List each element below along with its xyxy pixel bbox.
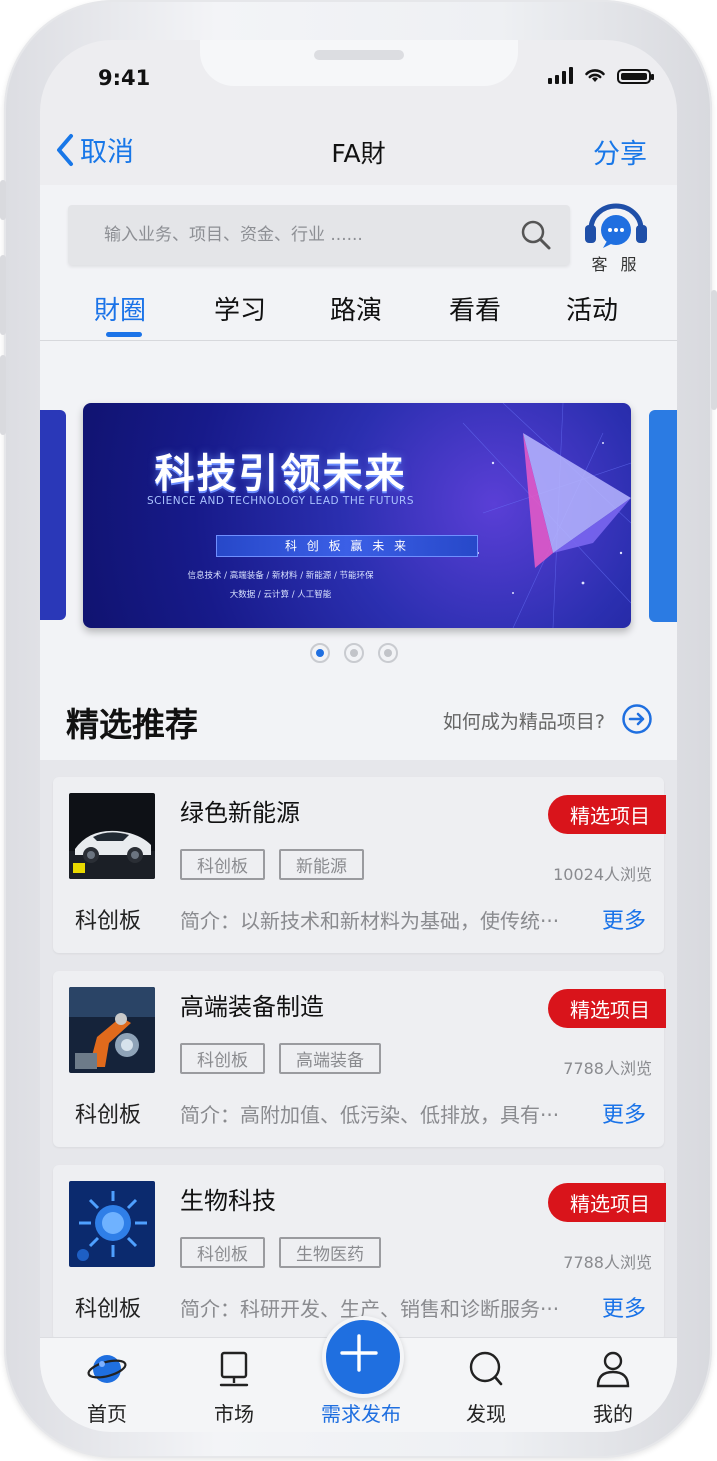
tabbar-discover-label: 发现 [466,1402,506,1426]
project-tag: 科创板 [180,849,265,880]
project-thumbnail [69,793,155,879]
banner-tech: 大数据 / 云计算 / 人工智能 [229,590,332,600]
project-board: 科创板 [75,909,142,934]
featured-badge: 精选项目 [548,989,666,1028]
discover-search-icon [469,1351,503,1386]
banner-industries: 信息技术 / 高端装备 / 新材料 / 新能源 / 节能环保 [187,571,374,581]
tabbar-home-label: 首页 [87,1402,127,1426]
project-tag: 科创板 [180,1043,265,1074]
robot-arm-image [69,987,155,1073]
tab-caiquan[interactable]: 財圈 [94,290,146,327]
bottom-tab-bar: 首页 市场 需求发布 发现 我的 [40,1316,677,1432]
banner-title: 科技引领未来 [154,451,407,497]
signal-icon [548,66,573,84]
arrow-right-circle-icon[interactable] [621,703,653,735]
carousel-dot[interactable] [378,643,398,663]
virus-image [69,1181,155,1267]
project-card[interactable]: 科创板 绿色新能源 精选项目 科创板 新能源 10024人浏览 简介：以新技术和… [53,777,666,953]
tab-roadshow[interactable]: 路演 [330,290,382,327]
project-tag: 科创板 [180,1237,265,1268]
carousel-dot[interactable] [344,643,364,663]
more-link[interactable]: 更多 [602,903,646,935]
search-bar[interactable] [68,205,570,265]
project-description: 简介：高附加值、低污染、低排放，具有··· [180,1103,560,1127]
monitor-icon [219,1351,249,1387]
home-planet-icon [87,1355,127,1383]
publish-button[interactable] [322,1316,404,1398]
carousel-dots [310,643,398,663]
project-tags: 科创板 新能源 [180,849,364,880]
tab-study[interactable]: 学习 [214,290,266,327]
tabbar-market-label: 市场 [214,1402,254,1426]
screen: 9:41 取消 FA財 分享 输入业务、项目、资金、行业 ...... 客 服 … [40,40,677,1432]
tab-activity[interactable]: 活动 [566,290,618,327]
navbar: 取消 FA財 分享 [40,112,677,184]
how-to-qualify-link[interactable]: 如何成为精品项目? [443,707,605,734]
project-thumbnail [69,987,155,1073]
search-input[interactable] [68,224,506,246]
view-count: 10024人浏览 [553,865,652,884]
featured-badge: 精选项目 [548,1183,666,1222]
headset-icon [585,203,647,248]
banner-tag: 科 创 板 赢 未 来 [216,535,478,557]
volume-up-button [0,255,6,335]
project-board: 科创板 [75,1103,142,1128]
carousel-prev-slide[interactable] [40,410,66,620]
project-tags: 科创板 高端装备 [180,1043,381,1074]
power-button [711,290,717,410]
tabbar-discover[interactable]: 发现 [431,1350,541,1427]
view-count: 7788人浏览 [563,1253,652,1272]
tab-bar: 財圈 学习 路演 看看 活动 [40,290,677,341]
tabbar-market[interactable]: 市场 [179,1350,289,1427]
tabbar-mine[interactable]: 我的 [558,1350,668,1427]
project-tag: 高端装备 [279,1043,381,1074]
speaker [314,50,404,60]
project-title: 生物科技 [180,1187,276,1215]
more-link[interactable]: 更多 [602,1097,646,1129]
mute-switch [0,180,6,220]
status-time: 9:41 [98,66,151,90]
view-count: 7788人浏览 [563,1059,652,1078]
status-icons [548,66,654,84]
search-icon[interactable] [520,219,552,251]
project-thumbnail [69,1181,155,1267]
project-tag: 新能源 [279,849,364,880]
project-description: 简介：以新技术和新材料为基础，使传统··· [180,909,560,933]
project-title: 绿色新能源 [180,799,300,827]
banner-slide[interactable]: 科技引领未来 SCIENCE AND TECHNOLOGY LEAD THE F… [83,403,631,628]
tabbar-home[interactable]: 首页 [52,1350,162,1427]
plus-icon [340,1334,378,1372]
share-button[interactable]: 分享 [593,132,647,171]
notch [200,40,518,86]
project-tags: 科创板 生物医药 [180,1237,381,1268]
project-description: 简介：科研开发、生产、销售和诊断服务··· [180,1297,560,1321]
user-icon [596,1351,630,1388]
carousel-dot[interactable] [310,643,330,663]
featured-badge: 精选项目 [548,795,666,834]
customer-service-button[interactable]: 客 服 [581,203,651,274]
customer-service-label: 客 服 [591,255,641,274]
banner-subtitle: SCIENCE AND TECHNOLOGY LEAD THE FUTURS [146,495,414,507]
tab-active-indicator [106,332,142,337]
section-title: 精选推荐 [66,705,198,744]
project-title: 高端装备制造 [180,993,324,1021]
project-tag: 生物医药 [279,1237,381,1268]
tabbar-mine-label: 我的 [593,1402,633,1426]
tab-look[interactable]: 看看 [449,290,501,327]
main-content: 客 服 財圈 学习 路演 看看 活动 [40,185,677,1387]
page-title: FA財 [331,139,386,168]
battery-icon [617,69,654,84]
more-link[interactable]: 更多 [602,1291,646,1323]
wifi-icon [585,69,605,82]
carousel-next-slide[interactable] [649,410,677,622]
volume-down-button [0,355,6,435]
project-board: 科创板 [75,1297,142,1322]
project-card[interactable]: 科创板 高端装备制造 精选项目 科创板 高端装备 7788人浏览 简介：高附加值… [53,971,666,1147]
project-card[interactable]: 科创板 生物科技 精选项目 科创板 生物医药 7788人浏览 简介：科研开发、生… [53,1165,666,1341]
recommend-list: 科创板 绿色新能源 精选项目 科创板 新能源 10024人浏览 简介：以新技术和… [40,760,677,1387]
car-image [69,793,155,879]
publish-label: 需求发布 [321,1402,401,1426]
